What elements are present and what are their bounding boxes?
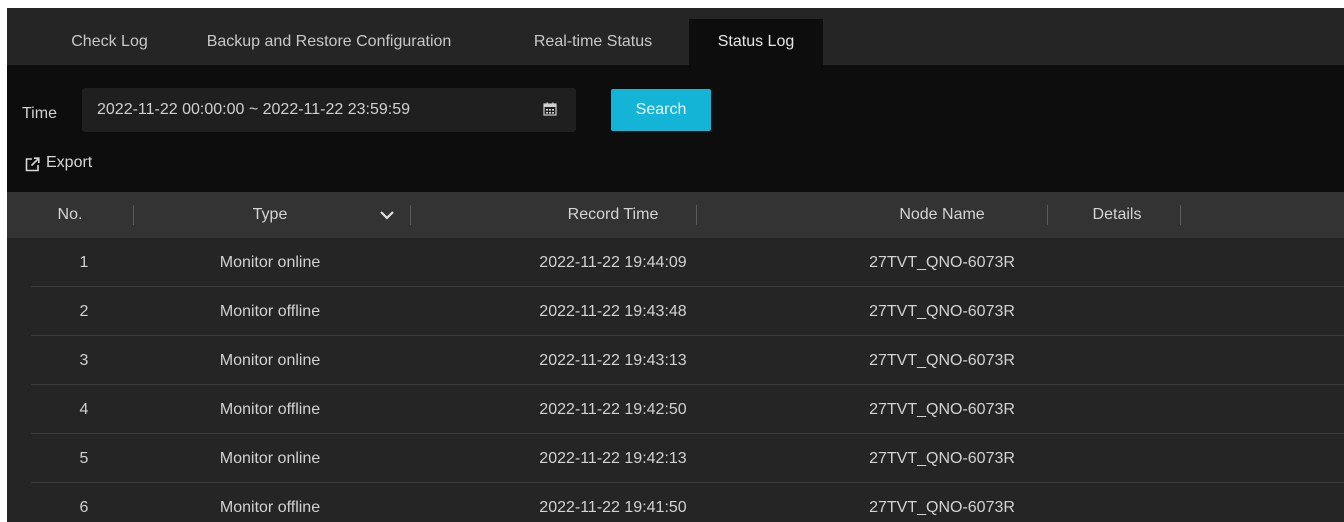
cell-no: 1 (79, 254, 89, 271)
cell-node-name: 27TVT_QNO-6073R (869, 450, 1015, 467)
cell-type: Monitor online (219, 254, 321, 271)
cell-type: Monitor online (219, 450, 321, 467)
table-row[interactable]: 2 Monitor offline 2022-11-22 19:43:48 27… (7, 287, 1344, 336)
table-row[interactable]: 4 Monitor offline 2022-11-22 19:42:50 27… (7, 385, 1344, 434)
column-divider[interactable] (696, 205, 697, 225)
cell-node-name: 27TVT_QNO-6073R (869, 303, 1015, 320)
export-label: Export (46, 154, 93, 171)
column-header-type: Type (252, 206, 288, 223)
column-header-details: Details (1092, 206, 1142, 223)
date-range-value: 2022-11-22 00:00:00 ~ 2022-11-22 23:59:5… (97, 101, 410, 118)
cell-node-name: 27TVT_QNO-6073R (869, 499, 1015, 516)
status-log-window: Check Log Backup and Restore Configurati… (7, 8, 1344, 522)
search-button[interactable]: Search (611, 89, 711, 131)
time-label: Time (22, 105, 57, 122)
tab-bar: Check Log Backup and Restore Configurati… (7, 8, 1344, 65)
column-divider[interactable] (1180, 205, 1181, 225)
cell-no: 4 (79, 401, 89, 418)
cell-type: Monitor offline (219, 401, 321, 418)
table-row[interactable]: 5 Monitor online 2022-11-22 19:42:13 27T… (7, 434, 1344, 483)
table-row[interactable]: 1 Monitor online 2022-11-22 19:44:09 27T… (7, 238, 1344, 287)
table-row[interactable]: 3 Monitor online 2022-11-22 19:43:13 27T… (7, 336, 1344, 385)
cell-node-name: 27TVT_QNO-6073R (869, 254, 1015, 271)
tab-status-log[interactable]: Status Log (689, 19, 823, 65)
filter-toolbar: Time 2022-11-22 00:00:00 ~ 2022-11-22 23… (7, 65, 1344, 192)
export-icon (25, 157, 40, 172)
table-header: No. Type Record Time Node Name Details (7, 192, 1344, 238)
chevron-down-icon[interactable] (379, 209, 395, 221)
column-divider[interactable] (1047, 205, 1048, 225)
tab-backup-restore-configuration[interactable]: Backup and Restore Configuration (179, 19, 479, 65)
tab-real-time-status[interactable]: Real-time Status (504, 19, 682, 65)
date-range-picker[interactable]: 2022-11-22 00:00:00 ~ 2022-11-22 23:59:5… (82, 88, 576, 132)
cell-type: Monitor offline (219, 499, 321, 516)
cell-no: 5 (79, 450, 89, 467)
column-divider[interactable] (133, 205, 134, 225)
column-header-no: No. (57, 206, 83, 223)
tab-check-log[interactable]: Check Log (62, 19, 157, 65)
cell-type: Monitor offline (219, 303, 321, 320)
table-row[interactable]: 6 Monitor offline 2022-11-22 19:41:50 27… (7, 483, 1344, 522)
cell-type: Monitor online (219, 352, 321, 369)
cell-no: 6 (79, 499, 89, 516)
column-divider[interactable] (410, 205, 411, 225)
cell-no: 3 (79, 352, 89, 369)
cell-node-name: 27TVT_QNO-6073R (869, 352, 1015, 369)
cell-no: 2 (79, 303, 89, 320)
calendar-icon[interactable] (543, 102, 557, 116)
cell-node-name: 27TVT_QNO-6073R (869, 401, 1015, 418)
